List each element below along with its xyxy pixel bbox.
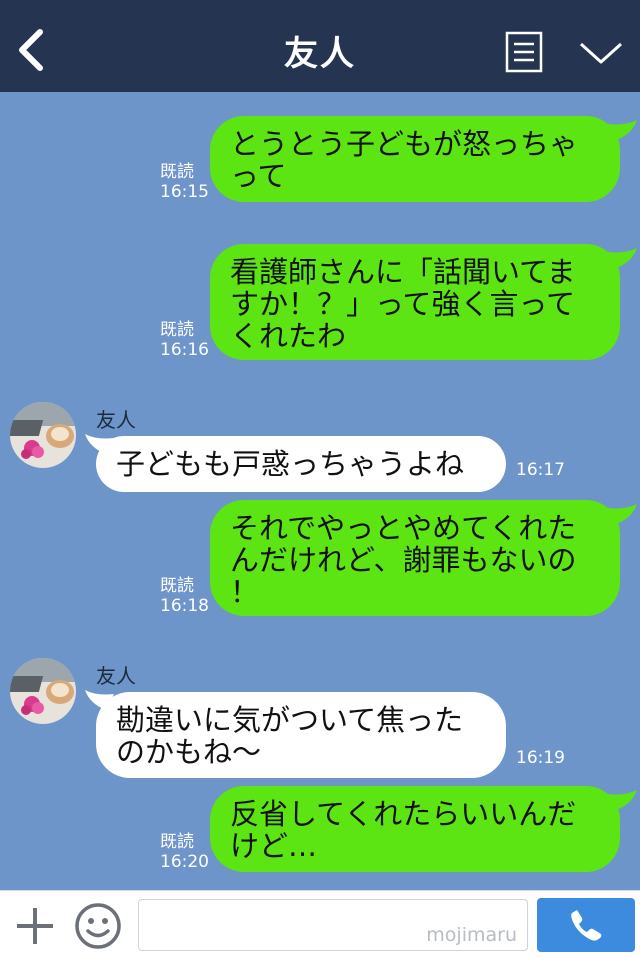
message-time: 16:16 — [160, 340, 209, 360]
emoji-icon[interactable] — [74, 902, 122, 950]
sender-name: 友人 — [96, 664, 136, 688]
read-label: 既読 — [160, 576, 194, 596]
outgoing-message-bubble[interactable]: 反省してくれたらいいんだ けど… — [210, 786, 620, 872]
message-time: 16:19 — [516, 748, 565, 768]
incoming-message-bubble[interactable]: 勘違いに気がついて焦った のかもね〜 — [96, 692, 506, 778]
avatar[interactable] — [10, 402, 76, 468]
avatar[interactable] — [10, 658, 76, 724]
outgoing-message-bubble[interactable]: とうとう子どもが怒っちゃ って — [210, 116, 620, 202]
message-time: 16:18 — [160, 596, 209, 616]
bubble-tail — [608, 790, 637, 810]
read-label: 既読 — [160, 832, 194, 852]
message-time: 16:20 — [160, 852, 209, 872]
watermark-text: mojimaru — [426, 924, 517, 946]
read-label: 既読 — [160, 320, 194, 340]
read-receipt: 既読 16:18 — [160, 576, 209, 616]
chat-header: 友人 — [0, 0, 640, 92]
message-time: 16:15 — [160, 182, 209, 202]
phone-icon — [571, 910, 602, 941]
chat-area[interactable]: 既読 16:15 とうとう子どもが怒っちゃ って 既読 16:16 看護師さんに… — [0, 92, 640, 890]
avatar-image — [10, 402, 76, 468]
chat-title: 友人 — [284, 34, 356, 74]
avatar-image — [10, 658, 76, 724]
chevron-down-icon[interactable] — [578, 38, 624, 68]
sender-name: 友人 — [96, 408, 136, 432]
bubble-tail — [608, 504, 637, 524]
input-bar: mojimaru — [0, 890, 640, 961]
read-label: 既読 — [160, 162, 194, 182]
menu-icon[interactable] — [505, 31, 543, 73]
read-receipt: 既読 16:16 — [160, 320, 209, 360]
bubble-tail — [608, 248, 637, 268]
bubble-tail — [608, 120, 637, 140]
message-input[interactable]: mojimaru — [138, 899, 528, 951]
message-time: 16:17 — [516, 460, 565, 480]
read-receipt: 既読 16:20 — [160, 832, 209, 872]
call-button[interactable] — [537, 898, 635, 952]
incoming-message-bubble[interactable]: 子どもも戸惑っちゃうよね — [96, 436, 506, 492]
read-receipt: 既読 16:15 — [160, 162, 209, 202]
outgoing-message-bubble[interactable]: それでやっとやめてくれた んだけれど、謝罪もないの ！ — [210, 500, 620, 616]
outgoing-message-bubble[interactable]: 看護師さんに「話聞いてま すか！？」って強く言って くれたわ — [210, 244, 620, 360]
plus-icon[interactable] — [14, 905, 56, 947]
